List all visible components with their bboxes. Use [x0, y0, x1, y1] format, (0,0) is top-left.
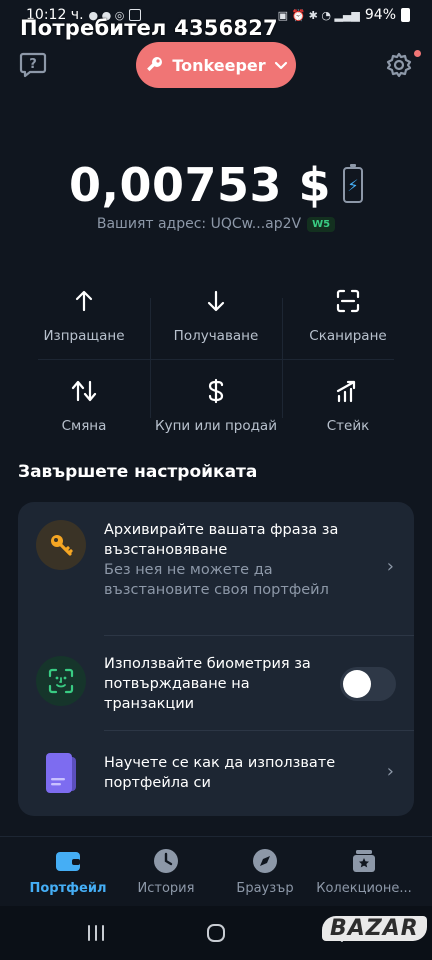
balance-row: 0,00753 $ ⚡ — [0, 158, 432, 212]
wallet-selector[interactable]: Tonkeeper — [136, 42, 296, 88]
backup-phrase-item[interactable]: Архивирайте вашата фраза за възстановява… — [18, 502, 414, 636]
actions-grid: Изпращане Получаване Сканиране Смяна Куп… — [18, 270, 414, 450]
help-chat-icon: ? — [19, 52, 47, 78]
bazar-watermark: BAZAR — [322, 916, 427, 941]
swap-label: Смяна — [61, 418, 107, 434]
biometry-title: Използвайте биометрия за потвърждаване н… — [104, 656, 311, 712]
biometry-text: Използвайте биометрия за потвърждаване н… — [104, 654, 344, 714]
chevron-right-icon: › — [386, 556, 394, 577]
face-scan-icon — [48, 668, 74, 694]
tab-history-label: История — [137, 881, 195, 896]
clock-icon — [154, 849, 178, 873]
balance-amount: 0,00753 $ — [68, 158, 332, 212]
buy-sell-button[interactable]: Купи или продай — [150, 360, 282, 450]
svg-text:?: ? — [29, 57, 37, 72]
swap-button[interactable]: Смяна — [18, 360, 150, 450]
learn-text: Научете се как да използвате портфейла с… — [104, 753, 344, 793]
recents-button[interactable] — [76, 920, 116, 946]
backup-icon-circle — [36, 520, 86, 570]
backup-subtitle: Без нея не можете да възстановите своя п… — [104, 562, 329, 598]
home-icon — [207, 924, 225, 942]
wallet-address[interactable]: Вашият адрес: UQCw...ap2V — [97, 216, 301, 232]
setup-card: Архивирайте вашата фраза за възстановява… — [18, 502, 414, 816]
scan-label: Сканиране — [309, 328, 387, 344]
chevron-right-icon: › — [386, 761, 394, 782]
receive-label: Получаване — [173, 328, 259, 344]
documents-icon — [46, 753, 76, 793]
settings-button[interactable] — [382, 48, 416, 82]
compass-icon — [253, 849, 277, 873]
tab-collectibles-label: Колекционе... — [316, 881, 412, 896]
learn-wallet-item[interactable]: Научете се как да използвате портфейла с… — [18, 731, 414, 816]
learn-title: Научете се как да използвате портфейла с… — [104, 755, 336, 791]
swap-icon — [71, 380, 97, 402]
chevron-down-icon — [274, 61, 287, 70]
support-button[interactable]: ? — [16, 48, 50, 82]
scan-icon — [336, 289, 360, 313]
buy-sell-label: Купи или продай — [155, 418, 277, 434]
arrow-up-icon — [75, 290, 93, 312]
wallet-name: Tonkeeper — [172, 55, 266, 75]
battery-charge-icon[interactable]: ⚡ — [343, 164, 364, 203]
send-label: Изпращане — [43, 328, 125, 344]
backup-title: Архивирайте вашата фраза за възстановява… — [104, 522, 339, 558]
toggle-knob — [343, 670, 371, 698]
key-icon — [51, 535, 73, 556]
key-icon — [147, 57, 163, 72]
battery-icon — [401, 8, 410, 22]
collectibles-icon — [353, 850, 375, 872]
setup-section-title: Завършете настройката — [18, 462, 258, 482]
tab-browser[interactable]: Браузър — [215, 837, 315, 907]
documents-icon-wrap — [36, 749, 86, 799]
arrow-down-icon — [207, 290, 225, 312]
tab-wallet-label: Портфейл — [29, 881, 107, 896]
biometry-item: Използвайте биометрия за потвърждаване н… — [18, 636, 414, 730]
bottom-tab-bar: Портфейл История Браузър Колекционе... — [0, 836, 432, 906]
battery-percent: 94% — [364, 7, 396, 23]
receive-button[interactable]: Получаване — [150, 270, 282, 360]
scan-button[interactable]: Сканиране — [282, 270, 414, 360]
biometry-toggle[interactable] — [340, 667, 396, 701]
stake-button[interactable]: Стейк — [282, 360, 414, 450]
user-overlay-title: Потребител 4356827 — [20, 16, 278, 40]
tab-wallet[interactable]: Портфейл — [18, 837, 118, 907]
backup-text: Архивирайте вашата фраза за възстановява… — [104, 520, 366, 600]
stake-icon — [336, 380, 356, 403]
gear-icon — [386, 52, 412, 78]
tab-collectibles[interactable]: Колекционе... — [314, 837, 414, 907]
biometry-icon-circle — [36, 656, 86, 706]
system-status-icons: ▣ ⏰ ✱ ◔ ▂▄▆ — [277, 8, 360, 22]
wallet-icon — [56, 852, 80, 871]
wallet-version-badge: W5 — [307, 216, 336, 232]
recents-icon — [88, 925, 104, 941]
send-button[interactable]: Изпращане — [18, 270, 150, 360]
stake-label: Стейк — [326, 418, 370, 434]
dollar-icon — [208, 378, 224, 404]
tab-browser-label: Браузър — [236, 881, 294, 896]
home-button[interactable] — [196, 920, 236, 946]
address-row[interactable]: Вашият адрес: UQCw...ap2V W5 — [0, 216, 432, 232]
settings-notification-dot — [414, 50, 421, 57]
tab-history[interactable]: История — [116, 837, 216, 907]
